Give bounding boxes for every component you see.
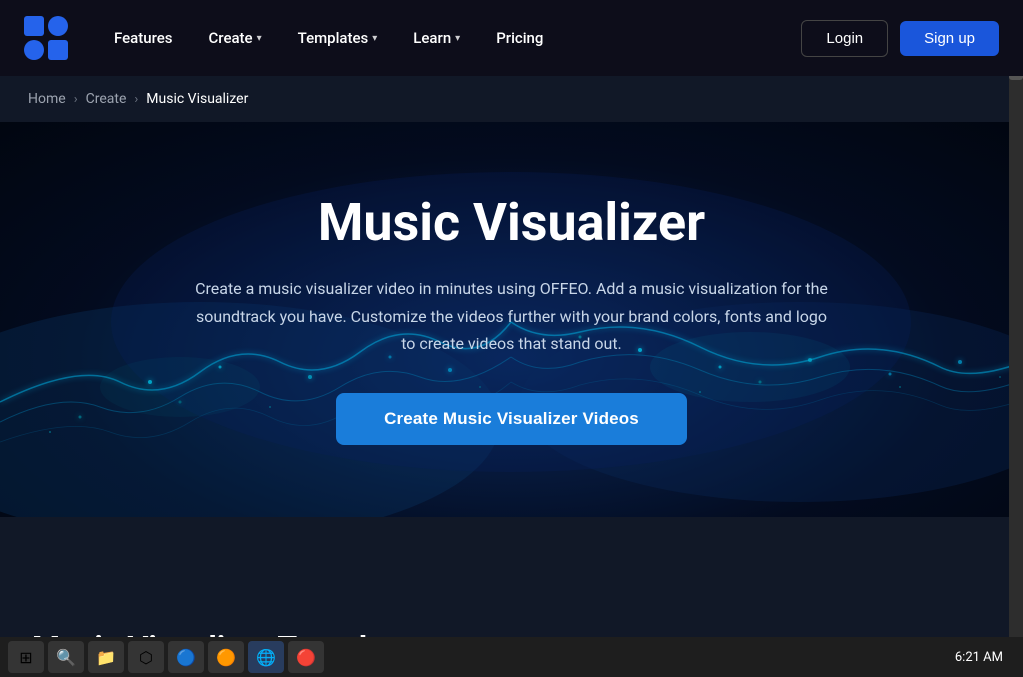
hero-subtitle: Create a music visualizer video in minut… [192,275,832,357]
breadcrumb-sep-2: › [134,92,138,107]
cta-button[interactable]: Create Music Visualizer Videos [336,393,687,445]
breadcrumb: Home › Create › Music Visualizer [0,76,1023,122]
breadcrumb-create[interactable]: Create [86,91,127,107]
create-chevron-icon: ▾ [257,33,262,44]
nav-create[interactable]: Create ▾ [194,21,275,55]
breadcrumb-home[interactable]: Home [28,91,66,107]
taskbar-start-button[interactable]: ⊞ [8,641,44,673]
nav-templates[interactable]: Templates ▾ [284,21,392,55]
breadcrumb-sep-1: › [74,92,78,107]
navbar: Features Create ▾ Templates ▾ Learn ▾ Pr… [0,0,1023,76]
templates-chevron-icon: ▾ [372,33,377,44]
learn-chevron-icon: ▾ [455,33,460,44]
hero-title: Music Visualizer [192,194,832,251]
nav-actions: Login Sign up [801,20,999,57]
taskbar: ⊞ 🔍 📁 ⬡ 🔵 🟠 🌐 🔴 6:21 AM [0,637,1023,677]
taskbar-time: 6:21 AM [955,650,1015,665]
logo-icon [24,16,68,60]
signup-button[interactable]: Sign up [900,21,999,56]
taskbar-search-button[interactable]: 🔍 [48,641,84,673]
nav-links: Features Create ▾ Templates ▾ Learn ▾ Pr… [100,21,801,55]
nav-features[interactable]: Features [100,21,186,55]
login-button[interactable]: Login [801,20,888,57]
breadcrumb-current: Music Visualizer [146,91,248,107]
scrollbar[interactable] [1009,0,1023,677]
taskbar-app1-button[interactable]: ⬡ [128,641,164,673]
taskbar-app4-button[interactable]: 🔴 [288,641,324,673]
hero-content: Music Visualizer Create a music visualiz… [152,194,872,445]
nav-pricing[interactable]: Pricing [482,21,557,55]
taskbar-app2-button[interactable]: 🔵 [168,641,204,673]
taskbar-files-button[interactable]: 📁 [88,641,124,673]
taskbar-app3-button[interactable]: 🟠 [208,641,244,673]
hero-section: Music Visualizer Create a music visualiz… [0,122,1023,517]
nav-learn[interactable]: Learn ▾ [399,21,474,55]
taskbar-chrome-button[interactable]: 🌐 [248,641,284,673]
logo[interactable] [24,16,68,60]
